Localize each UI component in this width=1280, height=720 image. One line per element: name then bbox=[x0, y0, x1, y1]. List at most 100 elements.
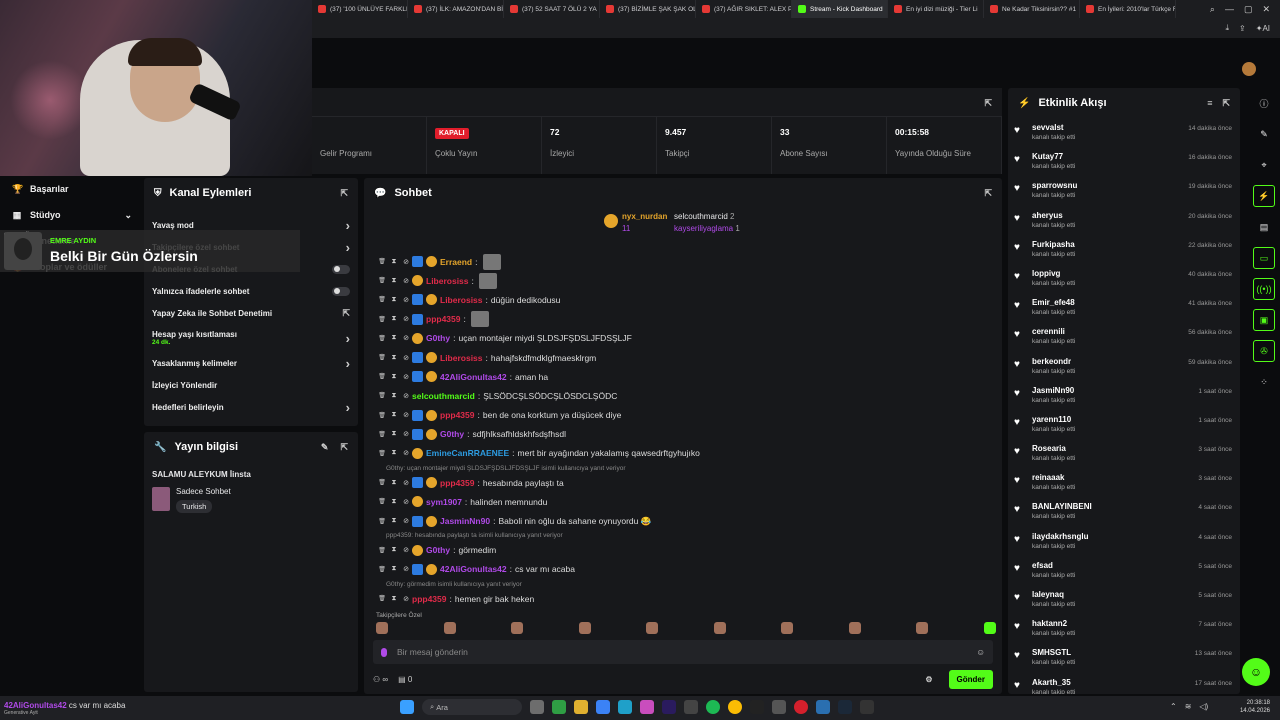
emote-icon[interactable] bbox=[848, 622, 861, 634]
send-button[interactable]: Gönder bbox=[948, 669, 993, 689]
capcut-icon[interactable] bbox=[750, 700, 764, 714]
ban-icon[interactable]: ⊘ bbox=[400, 277, 412, 285]
timeout-icon[interactable]: ⧗ bbox=[388, 277, 400, 285]
chat-username[interactable]: JasminNn90 bbox=[440, 516, 490, 526]
chat-message[interactable]: 🗑 ⧗ ⊘ Liberosiss: düğün dedikodusu bbox=[376, 290, 996, 309]
emote-icon[interactable] bbox=[916, 622, 929, 634]
app-icon[interactable] bbox=[816, 700, 830, 714]
windows-start-icon[interactable] bbox=[400, 700, 414, 714]
steam-icon[interactable] bbox=[838, 700, 852, 714]
chrome-icon[interactable] bbox=[728, 700, 742, 714]
emoji-icon[interactable]: ☺ bbox=[976, 647, 985, 657]
clock[interactable]: 20:38:18 14.04.2026 bbox=[1240, 699, 1270, 715]
channel-action-item[interactable]: Hesap yaşı kısıtlaması 24 dk. › bbox=[144, 324, 358, 352]
browser-tab[interactable]: En iyi dizi müziği - Tier Li bbox=[888, 0, 984, 18]
wrench-icon[interactable]: ✇ bbox=[1253, 340, 1275, 362]
popout-icon[interactable]: ⇱ bbox=[340, 442, 348, 453]
emote-icon[interactable] bbox=[781, 622, 794, 634]
crosshair-icon[interactable]: ⌖ bbox=[1253, 154, 1275, 176]
channel-action-item[interactable]: Yasaklanmış kelimeler › bbox=[144, 352, 358, 374]
browser-tab[interactable]: Stream - Kick Dashboard bbox=[792, 0, 888, 18]
trash-icon[interactable]: 🗑 bbox=[376, 431, 388, 438]
trash-icon[interactable]: 🗑 bbox=[376, 373, 388, 380]
premiere-icon[interactable] bbox=[662, 700, 676, 714]
chat-message[interactable]: 🗑 ⧗ ⊘ selcouthmarcid: ŞLSÖDCŞLSÖDCŞLÖSDCLŞÖD… bbox=[376, 386, 996, 405]
timeout-icon[interactable]: ⧗ bbox=[388, 258, 400, 266]
channel-action-item[interactable]: Hedefleri belirleyin › bbox=[144, 396, 358, 418]
timeout-icon[interactable]: ⧗ bbox=[388, 354, 400, 362]
chevron-up-icon[interactable]: ⌃ bbox=[1170, 702, 1177, 711]
browser-tab[interactable]: (37) BİZİMLE ŞAK ŞAK OL bbox=[600, 0, 696, 18]
ban-icon[interactable]: ⊘ bbox=[400, 354, 412, 362]
trash-icon[interactable]: 🗑 bbox=[376, 518, 388, 525]
chat-username[interactable]: G0thy bbox=[426, 333, 450, 343]
edit-icon[interactable]: ✎ bbox=[321, 442, 329, 453]
pencil-icon[interactable]: ✎ bbox=[1253, 123, 1275, 145]
emote-icon[interactable] bbox=[511, 622, 524, 634]
help-chat-button[interactable]: ☺ bbox=[1242, 658, 1270, 686]
popout-icon[interactable]: ⇱ bbox=[1222, 98, 1230, 109]
sidebar-item[interactable]: 🏆 Başarılar bbox=[0, 176, 144, 202]
trash-icon[interactable]: 🗑 bbox=[376, 450, 388, 457]
app-icon[interactable] bbox=[684, 700, 698, 714]
trash-icon[interactable]: 🗑 bbox=[376, 498, 388, 505]
popout-icon[interactable]: ⇱ bbox=[984, 188, 992, 199]
taskbar-search[interactable]: ⌕ Ara bbox=[422, 699, 522, 715]
chat-message[interactable]: 🗑 ⧗ ⊘ JasminNn90: Baboli nin oğlu da sahane … bbox=[376, 511, 996, 530]
timeout-icon[interactable]: ⧗ bbox=[388, 595, 400, 603]
chat-message[interactable]: 🗑 ⧗ ⊘ ppp4359: bbox=[376, 310, 996, 329]
emote-icon[interactable] bbox=[713, 622, 726, 634]
ban-icon[interactable]: ⊘ bbox=[400, 334, 412, 342]
trash-icon[interactable]: 🗑 bbox=[376, 258, 388, 265]
toggle-switch[interactable] bbox=[332, 286, 350, 296]
trash-icon[interactable]: 🗑 bbox=[376, 479, 388, 486]
app-icon[interactable] bbox=[596, 700, 610, 714]
chat-message[interactable]: 🗑 ⧗ ⊘ G0thy: uçan montajer miydi ŞLDSJFŞDSLJ… bbox=[376, 329, 996, 348]
browser-tab[interactable]: Ne Kadar Tiksinirsin?? #1 bbox=[984, 0, 1080, 18]
minimize-icon[interactable]: — bbox=[1225, 4, 1234, 15]
close-icon[interactable]: ✕ bbox=[1262, 4, 1270, 15]
channel-action-item[interactable]: Yalnızca ifadelerle sohbet bbox=[144, 280, 358, 302]
opera-icon[interactable] bbox=[794, 700, 808, 714]
chat-message[interactable]: 🗑 ⧗ ⊘ ppp4359: ben de ona korktum ya düşücek… bbox=[376, 406, 996, 425]
spotify-icon[interactable] bbox=[706, 700, 720, 714]
timeout-icon[interactable]: ⧗ bbox=[388, 392, 400, 400]
chat-message[interactable]: 🗑 ⧗ ⊘ Liberosiss: bbox=[376, 271, 996, 290]
timeout-icon[interactable]: ⧗ bbox=[388, 315, 400, 323]
timeout-icon[interactable]: ⧗ bbox=[388, 373, 400, 381]
chat-username[interactable]: ppp4359 bbox=[412, 594, 447, 604]
trash-icon[interactable]: 🗑 bbox=[376, 277, 388, 284]
chat-username[interactable]: 42AliGonultas42 bbox=[440, 564, 507, 574]
trash-icon[interactable]: 🗑 bbox=[376, 595, 388, 602]
broadcast-icon[interactable]: ((•)) bbox=[1253, 278, 1275, 300]
emote-icon[interactable] bbox=[983, 622, 996, 634]
timeout-icon[interactable]: ⧗ bbox=[388, 546, 400, 554]
info-icon[interactable]: ⓘ bbox=[1253, 92, 1275, 114]
trash-icon[interactable]: 🗑 bbox=[376, 335, 388, 342]
trash-icon[interactable]: 🗑 bbox=[376, 547, 388, 554]
chat-username[interactable]: selcouthmarcid bbox=[412, 391, 475, 401]
browser-tab[interactable]: (37) AĞIR SIKLET: ALEX P bbox=[696, 0, 792, 18]
timeout-icon[interactable]: ⧗ bbox=[388, 565, 400, 573]
user-avatar[interactable] bbox=[1242, 62, 1256, 76]
timeout-icon[interactable]: ⧗ bbox=[388, 449, 400, 457]
chat-message[interactable]: 🗑 ⧗ ⊘ EmineCanRRAENEE: mert bir ayağından ya… bbox=[376, 444, 996, 463]
ban-icon[interactable]: ⊘ bbox=[400, 546, 412, 554]
chat-username[interactable]: 42AliGonultas42 bbox=[440, 372, 507, 382]
ban-icon[interactable]: ⊘ bbox=[400, 565, 412, 573]
xbox-icon[interactable] bbox=[552, 700, 566, 714]
timeout-icon[interactable]: ⧗ bbox=[388, 334, 400, 342]
chat-username[interactable]: G0thy bbox=[426, 545, 450, 555]
browser-tab[interactable]: (37) 52 SAAT 7 ÖLÜ 2 YA bbox=[504, 0, 600, 18]
ban-icon[interactable]: ⊘ bbox=[400, 479, 412, 487]
bolt-icon[interactable]: ⚡ bbox=[1253, 185, 1275, 207]
trash-icon[interactable]: 🗑 bbox=[376, 412, 388, 419]
app-icon[interactable] bbox=[772, 700, 786, 714]
chat-message[interactable]: 🗑 ⧗ ⊘ Erraend: bbox=[376, 252, 996, 271]
chat-username[interactable]: ppp4359 bbox=[440, 478, 475, 488]
trash-icon[interactable]: 🗑 bbox=[376, 296, 388, 303]
toggle-switch[interactable] bbox=[332, 264, 350, 274]
popout-icon[interactable]: ⇱ bbox=[340, 188, 348, 199]
download-icon[interactable]: ⤓ bbox=[1225, 23, 1229, 33]
emote-icon[interactable] bbox=[646, 622, 659, 634]
